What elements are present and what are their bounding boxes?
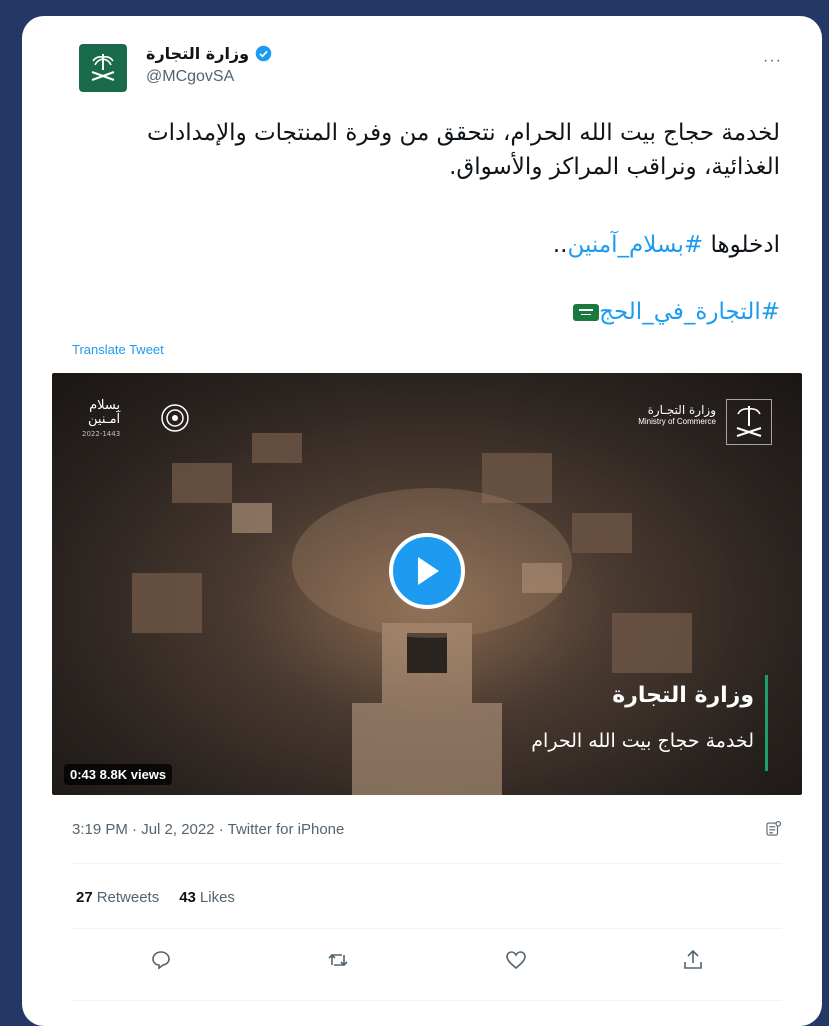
tweet-text-prefix: ادخلوها [703,232,781,258]
verified-badge-icon [255,45,272,62]
tweet-text-line: ادخلوها #بسلام_آمنين.. [80,228,780,262]
more-options-icon[interactable]: ··· [763,52,782,70]
video-overlay-title: وزارة التجارة [612,683,754,708]
play-icon [418,557,439,585]
retweets-count: 27 [76,889,93,906]
hashtag-link[interactable]: #التجارة_في_الحج [599,299,780,325]
hashtag-line: #التجارة_في_الحج [80,295,780,329]
saudi-flag-icon [573,304,600,321]
reply-icon[interactable] [149,948,173,972]
campaign-title-1: بسلام [89,398,121,413]
ministry-emblem-icon [726,399,772,445]
overlay-accent-bar [765,675,768,771]
tweet-stats: 27 Retweets 43 Likes [76,889,235,906]
tweet-actions [72,948,782,972]
video-overlay-subtitle: لخدمة حجاج بيت الله الحرام [531,730,754,752]
tweet-text-paragraph: لخدمة حجاج بيت الله الحرام، نتحقق من وفر… [147,120,780,180]
tweet-card: وزارة التجارة @MCgovSA ··· لخدمة حجاج بي… [22,16,822,1026]
ministry-name-arabic: وزارة التجـارة [647,403,716,417]
palm-swords-emblem-icon [91,54,115,81]
video-duration: 0:43 [70,767,97,782]
divider [72,928,782,929]
divider [72,1000,782,1001]
retweets-label: Retweets [96,889,160,906]
likes-label: Likes [199,889,235,906]
campaign-title-2: آمـنين [88,412,121,427]
hashtag-link[interactable]: #بسلام_آمنين [567,232,703,258]
tweet-timestamp[interactable]: 3:19 PM · Jul 2, 2022 · Twitter for iPho… [72,821,344,838]
tweet-text-suffix: .. [552,232,568,258]
divider [72,863,782,864]
video-player[interactable]: بسلام آمـنين 2022-1443 وزارة التجـارة Mi… [52,373,802,795]
like-icon[interactable] [504,948,528,972]
likes-stat[interactable]: 43 Likes [179,889,235,906]
account-name-row[interactable]: وزارة التجارة [146,44,272,63]
account-handle[interactable]: @MCgovSA [146,68,234,86]
campaign-logo-icon [161,404,189,432]
play-button[interactable] [389,533,465,609]
retweet-icon[interactable] [326,948,350,972]
campaign-year: 2022-1443 [82,430,121,438]
video-stats-badge: 0:43 8.8K views [64,764,173,785]
display-name[interactable]: وزارة التجارة [146,44,249,63]
campaign-logo-text: بسلام آمـنين 2022-1443 [82,399,120,441]
avatar[interactable] [79,44,127,92]
analytics-icon[interactable] [764,820,782,838]
likes-count: 43 [179,889,196,906]
share-icon[interactable] [681,948,705,972]
retweets-stat[interactable]: 27 Retweets [76,889,159,906]
ministry-name-english: Ministry of Commerce [638,417,716,426]
video-views: 8.8K views [99,767,167,782]
translate-tweet-link[interactable]: Translate Tweet [72,342,164,357]
ministry-logo-text: وزارة التجـارة Ministry of Commerce [638,403,716,426]
